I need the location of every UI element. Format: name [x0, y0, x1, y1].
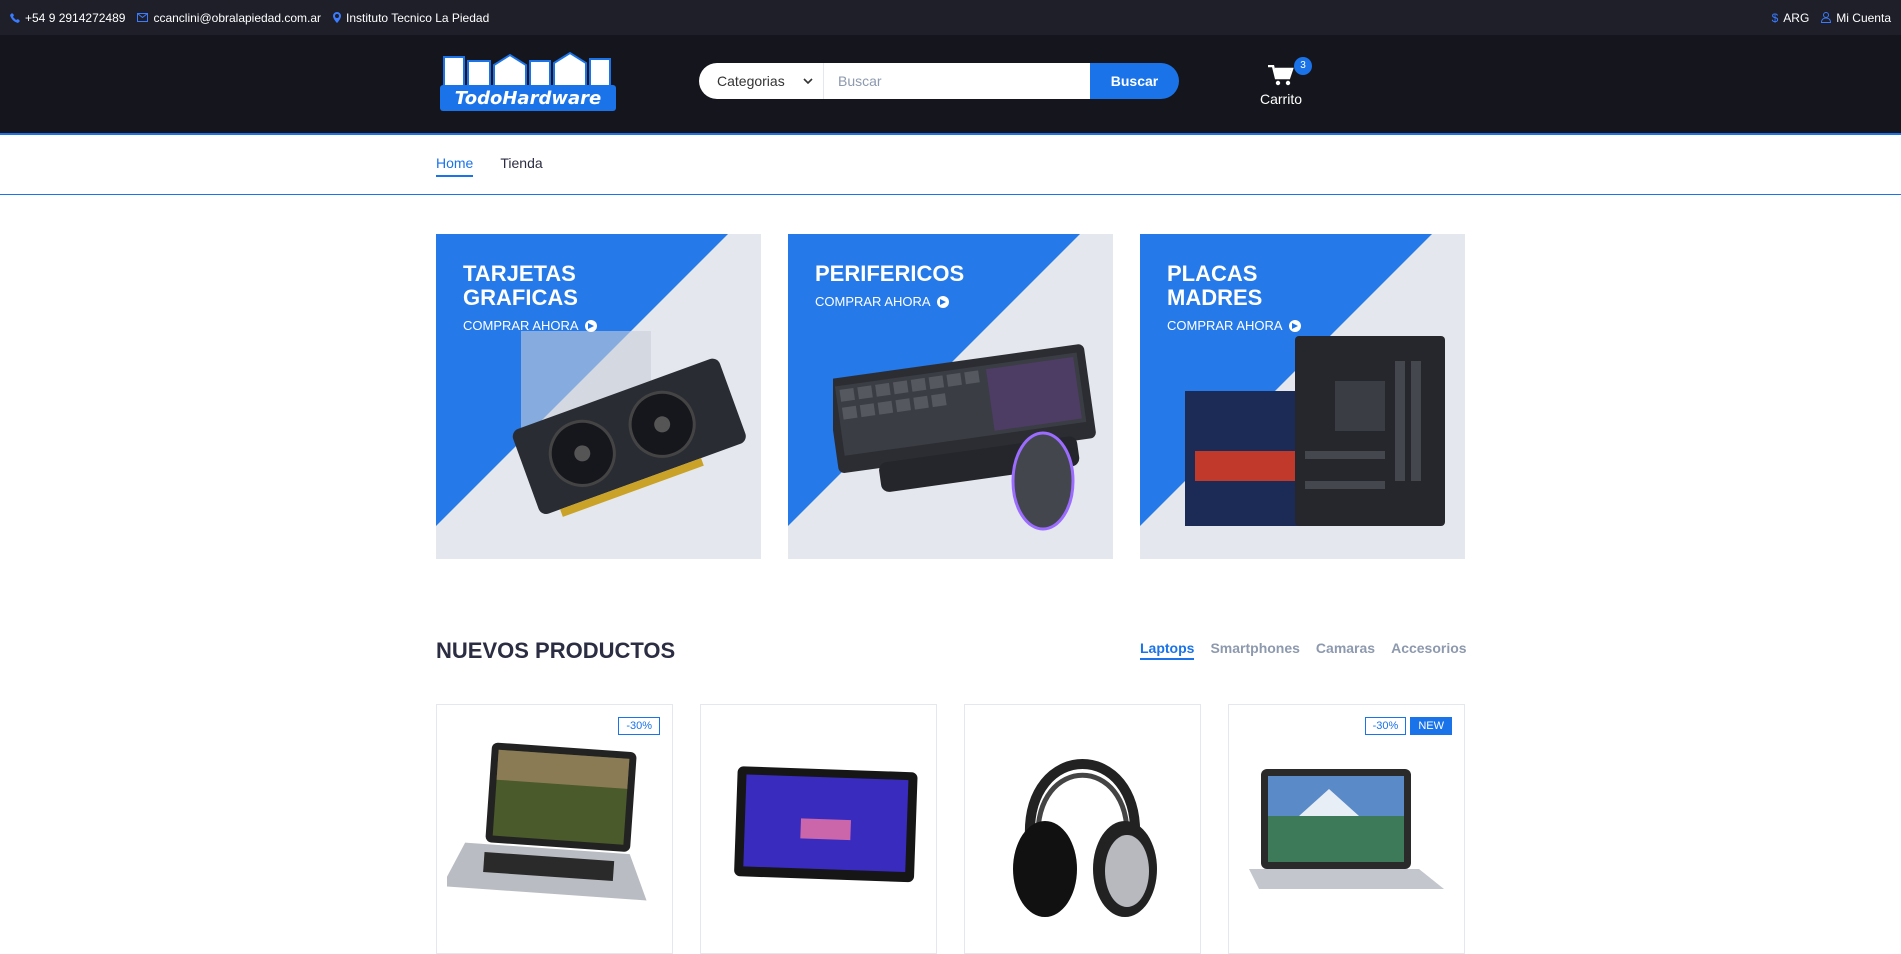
main-header: TodoHardware Categorias Buscar 3 Carrito: [0, 35, 1901, 135]
phone-icon: [10, 12, 20, 23]
account-link[interactable]: Mi Cuenta: [1821, 11, 1891, 25]
headphones-image: [1013, 759, 1157, 917]
location-text: Instituto Tecnico La Piedad: [346, 10, 490, 25]
nav-item-home[interactable]: Home: [436, 155, 474, 177]
laptop-image: [1249, 769, 1444, 889]
main-navigation: Home Tienda: [0, 135, 1901, 195]
tab-laptops[interactable]: Laptops: [1140, 640, 1195, 660]
arrow-circle-right-icon: [1288, 319, 1301, 332]
collections-row: TARJETAS GRAFICAS COMPRAR AHORA PERIFERIC…: [436, 234, 1465, 559]
svg-text:TodoHardware: TodoHardware: [455, 88, 601, 109]
buy-now-link[interactable]: COMPRAR AHORA: [1167, 318, 1301, 333]
top-strip: +54 9 2914272489 ccanclini@obralapiedad.…: [0, 0, 1901, 35]
product-card[interactable]: -30%: [436, 704, 673, 954]
tab-accessories[interactable]: Accesorios: [1391, 640, 1466, 660]
collection-motherboards[interactable]: PLACAS MADRES COMPRAR AHORA: [1140, 234, 1465, 559]
collection-title: TARJETAS GRAFICAS: [463, 261, 578, 310]
dollar-icon: $: [1771, 10, 1779, 25]
cart-count-badge: 3: [1294, 57, 1312, 75]
section-title: NUEVOS PRODUCTOS: [436, 638, 676, 663]
search-input[interactable]: [824, 63, 1090, 99]
collection-text: PERIFERICOS COMPRAR AHORA: [815, 262, 965, 311]
collection-text: PLACAS MADRES COMPRAR AHORA: [1167, 262, 1317, 335]
currency-link[interactable]: $ ARG: [1772, 11, 1810, 25]
tablet-image: [734, 766, 918, 883]
location-link[interactable]: Instituto Tecnico La Piedad: [333, 11, 489, 25]
collection-title: PERIFERICOS: [815, 261, 965, 286]
collection-peripherals[interactable]: PERIFERICOS COMPRAR AHORA: [788, 234, 1113, 559]
motherboard-image: [1185, 336, 1445, 526]
cart-button[interactable]: 3 Carrito: [1254, 57, 1312, 107]
email-text: ccanclini@obralapiedad.com.ar: [153, 10, 322, 25]
arrow-circle-right-icon: [936, 295, 949, 308]
email-link[interactable]: ccanclini@obralapiedad.com.ar: [137, 11, 321, 25]
collection-title: PLACAS MADRES: [1167, 261, 1263, 310]
product-card[interactable]: [964, 704, 1201, 954]
laptop-image: [447, 742, 647, 901]
product-card[interactable]: [700, 704, 937, 954]
category-select-value: Categorias: [717, 73, 785, 89]
chevron-down-icon: [803, 78, 813, 84]
cart-label: Carrito: [1259, 91, 1302, 107]
tab-cameras[interactable]: Camaras: [1316, 640, 1375, 660]
phone-link[interactable]: +54 9 2914272489: [10, 11, 125, 25]
product-card[interactable]: -30% NEW: [1228, 704, 1465, 954]
search-button[interactable]: Buscar: [1090, 63, 1179, 99]
buy-now-link[interactable]: COMPRAR AHORA: [463, 318, 597, 333]
account-text: Mi Cuenta: [1836, 10, 1891, 25]
graphics-card-image: [512, 331, 746, 517]
category-select[interactable]: Categorias: [699, 63, 824, 99]
site-logo[interactable]: TodoHardware: [438, 51, 618, 115]
product-grid: -30% -30% NEW: [436, 704, 1465, 954]
section-tabs: Laptops Smartphones Camaras Accesorios: [1140, 640, 1467, 660]
shopping-cart-icon: [1268, 64, 1294, 86]
user-icon: [1821, 12, 1832, 23]
phone-text: +54 9 2914272489: [25, 10, 126, 25]
collection-graphics-cards[interactable]: TARJETAS GRAFICAS COMPRAR AHORA: [436, 234, 761, 559]
buy-now-link[interactable]: COMPRAR AHORA: [815, 294, 949, 309]
keyboard-mouse-image: [833, 344, 1096, 531]
map-marker-icon: [333, 12, 342, 23]
currency-text: ARG: [1783, 10, 1810, 25]
search-form: Categorias Buscar: [699, 63, 1179, 99]
tab-smartphones[interactable]: Smartphones: [1210, 640, 1299, 660]
nav-item-tienda[interactable]: Tienda: [500, 155, 542, 177]
collection-text: TARJETAS GRAFICAS COMPRAR AHORA: [463, 262, 613, 335]
arrow-circle-right-icon: [584, 319, 597, 332]
envelope-icon: [137, 13, 149, 22]
